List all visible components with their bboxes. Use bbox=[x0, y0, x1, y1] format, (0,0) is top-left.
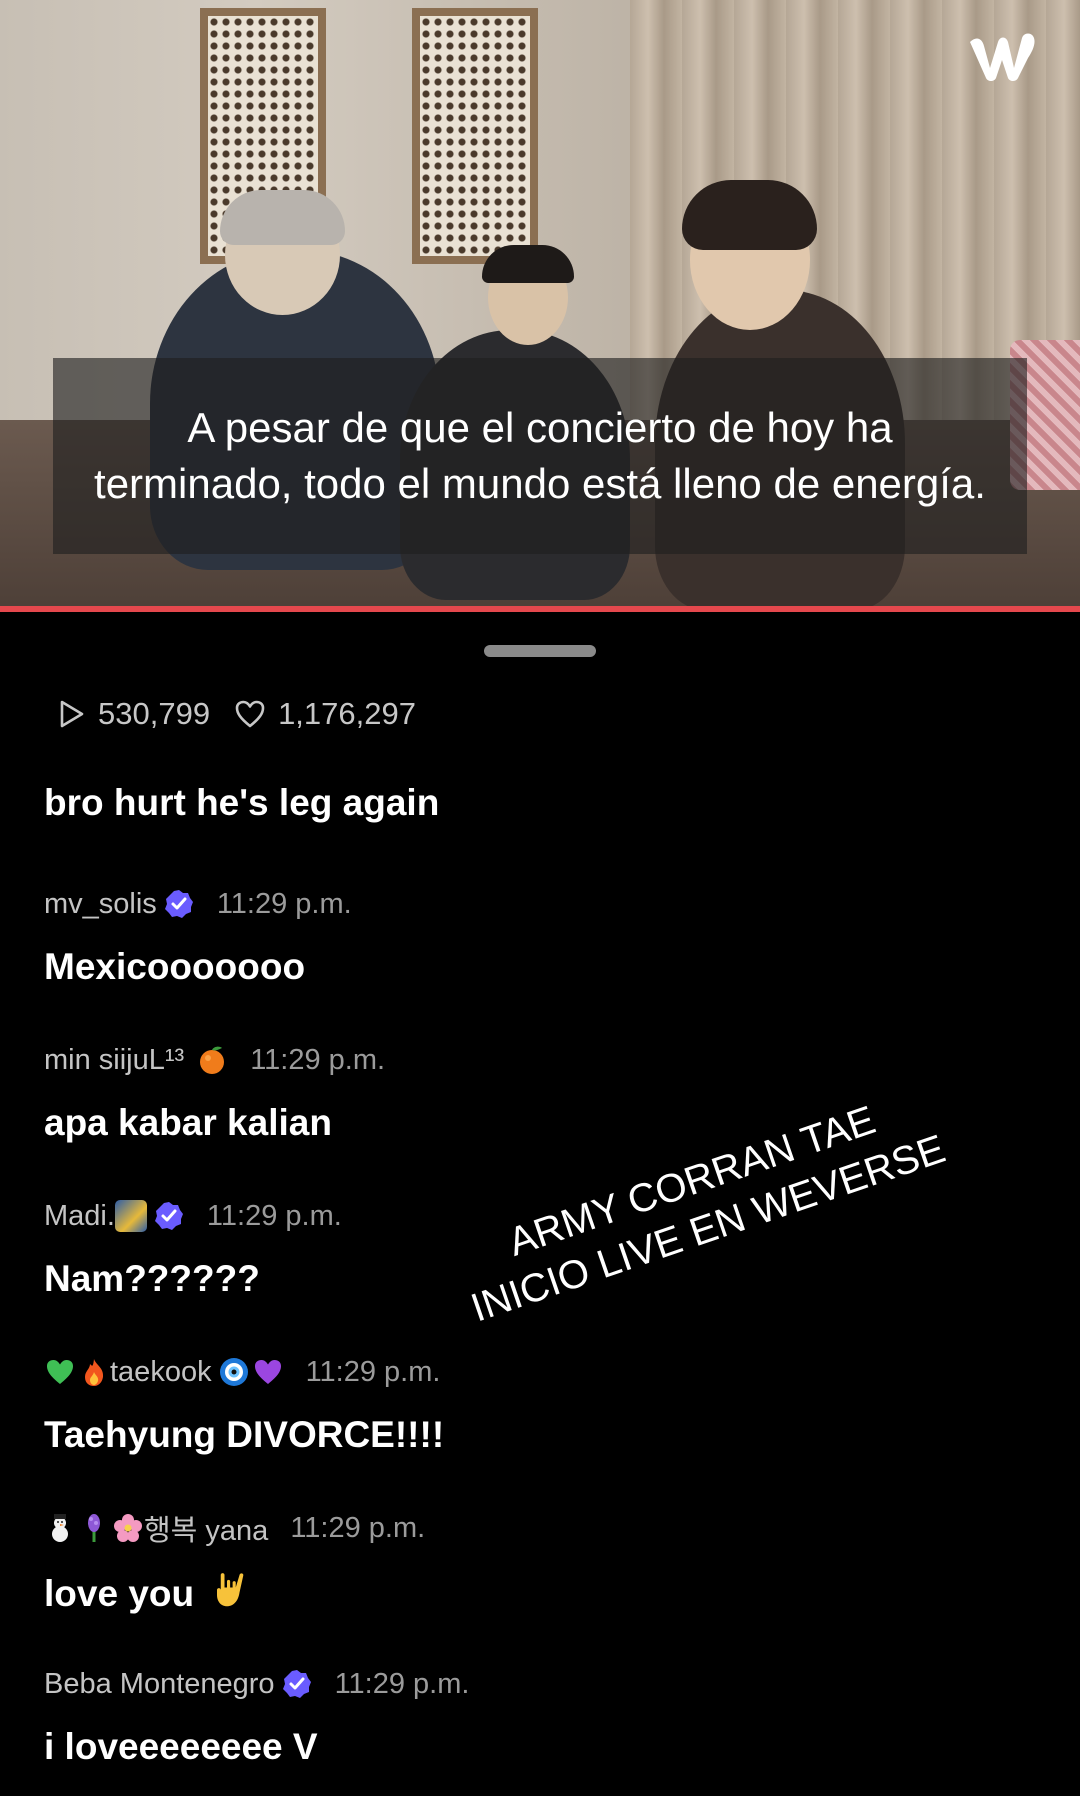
comment-time: 11:29 p.m. bbox=[290, 1511, 426, 1544]
verified-badge-icon bbox=[154, 1202, 183, 1230]
comment-time: 11:29 p.m. bbox=[334, 1667, 470, 1700]
overlay-caption: ARMY CORRAN TAE INICIO LIVE EN WEVERSE bbox=[438, 1073, 962, 1337]
comment-message-text: love you bbox=[44, 1573, 195, 1614]
comment-username[interactable]: Madi. bbox=[44, 1200, 115, 1233]
comment-time: 11:29 p.m. bbox=[206, 1199, 342, 1232]
person-left-hair bbox=[220, 190, 345, 245]
verified-badge-icon bbox=[164, 890, 193, 918]
green-heart-emoji-icon bbox=[47, 1360, 73, 1384]
verified-badge-icon bbox=[282, 1670, 311, 1698]
video-progress-bar[interactable] bbox=[0, 606, 1080, 612]
weverse-logo-icon bbox=[970, 33, 1035, 81]
comment-time: 11:29 p.m. bbox=[305, 1355, 441, 1388]
purple-heart-emoji-icon bbox=[254, 1360, 281, 1384]
comment-time: 11:29 p.m. bbox=[250, 1043, 386, 1076]
chat-comment: Madi. 11:29 p.m. Nam?????? bbox=[44, 1196, 342, 1300]
comment-message: apa kabar kalian bbox=[44, 1102, 332, 1143]
comment-time: 11:29 p.m. bbox=[216, 887, 352, 920]
comment-message: Nam?????? bbox=[44, 1258, 260, 1299]
video-stats: 530,799 1,176,297 bbox=[58, 692, 416, 736]
video-player[interactable]: A pesar de que el concierto de hoy ha te… bbox=[0, 0, 1080, 606]
chat-comment: Beba Montenegro 11:29 p.m. i loveeeeeeee… bbox=[44, 1664, 469, 1768]
heart-icon[interactable] bbox=[234, 699, 266, 729]
cherry-blossom-emoji-icon bbox=[114, 1514, 142, 1542]
wall-art-right bbox=[412, 8, 538, 264]
like-count: 1,176,297 bbox=[278, 696, 416, 731]
comment-message: Mexicooooooo bbox=[44, 946, 306, 987]
comment-message: Taehyung DIVORCE!!!! bbox=[44, 1414, 445, 1455]
person-center-hair bbox=[482, 245, 574, 283]
chat-comment: 행복 yana 11:29 p.m. love you bbox=[44, 1508, 425, 1615]
nazar-amulet-emoji-icon bbox=[219, 1358, 248, 1386]
chat-comment: min siijuL¹³ 11:29 p.m. apa kabar kalian bbox=[44, 1040, 385, 1144]
snowman-emoji-icon bbox=[52, 1514, 68, 1542]
comment-message: i loveeeeeeee V bbox=[44, 1726, 318, 1767]
person-right-hair bbox=[682, 180, 817, 250]
comment-username[interactable]: taekook bbox=[110, 1356, 212, 1389]
play-count-icon bbox=[60, 700, 84, 728]
love-you-gesture-emoji-icon bbox=[217, 1573, 244, 1607]
chat-message: bro hurt he's leg again bbox=[44, 782, 440, 823]
sheet-drag-handle[interactable] bbox=[484, 645, 596, 657]
video-subtitle: A pesar de que el concierto de hoy ha te… bbox=[53, 358, 1027, 554]
tangerine-emoji-icon bbox=[200, 1046, 225, 1074]
night-scene-emoji-icon bbox=[114, 1200, 147, 1232]
comment-username[interactable]: Beba Montenegro bbox=[44, 1668, 275, 1701]
fire-emoji-icon bbox=[85, 1359, 104, 1386]
hyacinth-emoji-icon bbox=[88, 1514, 100, 1542]
comment-username[interactable]: min siijuL¹³ bbox=[44, 1044, 184, 1077]
comment-username[interactable]: 행복 yana bbox=[144, 1507, 268, 1549]
view-count: 530,799 bbox=[98, 696, 211, 731]
chat-comment: taekook 11:29 p.m. Taehyung DIVORCE!!!! bbox=[44, 1352, 444, 1456]
comment-message: love you bbox=[44, 1570, 425, 1615]
comment-username[interactable]: mv_solis bbox=[44, 888, 157, 921]
chat-comment: mv_solis 11:29 p.m. Mexicooooooo bbox=[44, 884, 352, 988]
